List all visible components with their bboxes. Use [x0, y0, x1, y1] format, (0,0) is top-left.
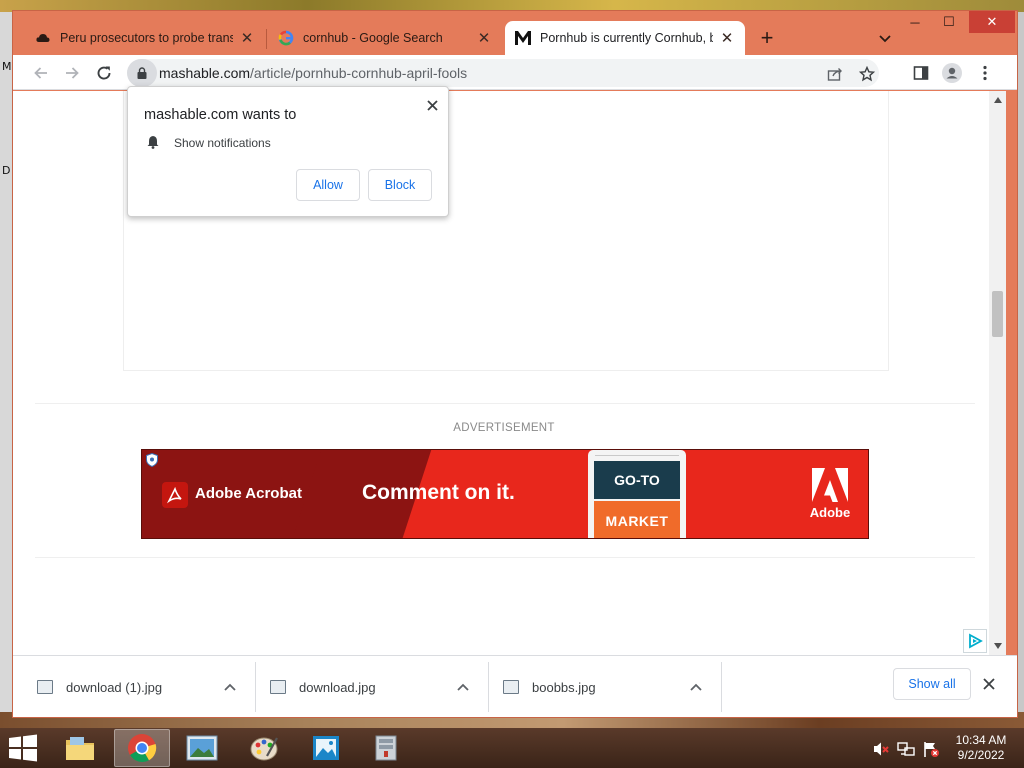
block-button[interactable]: Block [368, 169, 432, 201]
tab-mashable-active[interactable]: Pornhub is currently Cornhub, bri ✕ [505, 21, 745, 55]
scroll-down-icon[interactable] [989, 639, 1006, 653]
action-center-flag-icon[interactable] [922, 740, 940, 758]
adobe-logo-icon [812, 468, 848, 502]
avatar-icon [942, 63, 962, 83]
back-arrow-icon [34, 67, 47, 79]
adobe-acrobat-banner-ad[interactable]: Adobe Acrobat Comment on it. GO-TO MARKE… [141, 449, 869, 539]
bell-icon [147, 136, 159, 149]
scroll-up-icon[interactable] [989, 93, 1006, 107]
close-tab-icon[interactable]: ✕ [719, 30, 735, 47]
ad-phone-bottom-text: MARKET [594, 501, 680, 538]
vertical-scrollbar[interactable] [989, 91, 1006, 655]
download-filename: download (1).jpg [66, 680, 163, 695]
bookmark-star-icon[interactable] [856, 63, 878, 85]
url-domain: mashable.com [159, 65, 251, 81]
download-filename: download.jpg [299, 680, 376, 695]
close-tab-icon[interactable]: ✕ [476, 30, 492, 47]
clock-date: 9/2/2022 [957, 748, 1005, 762]
share-icon[interactable] [824, 63, 846, 85]
menu-button[interactable] [973, 61, 997, 85]
chevron-up-icon[interactable] [687, 678, 705, 696]
network-icon[interactable] [897, 740, 915, 758]
minimize-button[interactable]: ─ [901, 11, 929, 33]
profile-button[interactable] [940, 61, 964, 85]
chrome-window: Peru prosecutors to probe transg ✕ cornh… [12, 10, 1018, 718]
permission-text: Show notifications [174, 136, 271, 150]
acrobat-logo-icon [162, 482, 188, 508]
address-bar[interactable]: mashable.com/article/pornhub-cornhub-apr… [127, 59, 879, 87]
volume-muted-icon[interactable] [872, 740, 890, 758]
ad-brand-name: Adobe Acrobat [195, 485, 302, 502]
tab-strip: Peru prosecutors to probe transg ✕ cornh… [13, 11, 1017, 55]
url-path: /article/pornhub-cornhub-april-fools [250, 65, 468, 81]
divider [35, 557, 975, 558]
maximize-button[interactable]: ☐ [935, 11, 963, 33]
windows-taskbar: 10:34 AM 9/2/2022 [0, 728, 1024, 768]
adchoices-icon[interactable] [963, 629, 987, 653]
forward-button[interactable] [60, 61, 84, 85]
reload-icon [97, 66, 111, 80]
paint-icon[interactable] [236, 729, 292, 767]
download-item[interactable]: download.jpg [256, 662, 488, 712]
ad-phone-top-text: GO-TO [594, 461, 680, 499]
tab-title: Pornhub is currently Cornhub, bri [540, 31, 713, 45]
archive-icon[interactable] [358, 729, 414, 767]
download-item[interactable]: boobbs.jpg [489, 662, 721, 712]
tab-divider [266, 29, 267, 49]
ad-headline: Comment on it. [362, 481, 515, 504]
mashable-icon [515, 30, 531, 46]
tab-google-search[interactable]: cornhub - Google Search ✕ [268, 21, 502, 55]
system-clock[interactable]: 10:34 AM 9/2/2022 [946, 733, 1016, 763]
image-file-icon [503, 680, 519, 694]
google-icon [278, 30, 294, 46]
divider [35, 403, 975, 404]
file-explorer-icon[interactable] [52, 729, 108, 767]
download-item[interactable]: download (1).jpg [23, 662, 255, 712]
close-prompt-icon[interactable] [422, 95, 442, 115]
reload-button[interactable] [92, 61, 116, 85]
ad-logo-word: Adobe [809, 505, 851, 520]
tab-title: cornhub - Google Search [303, 31, 443, 45]
close-shelf-icon[interactable] [979, 674, 999, 694]
advertisement-label: ADVERTISEMENT [453, 422, 555, 434]
prompt-title: mashable.com wants to [144, 107, 297, 123]
scrollbar-thumb[interactable] [992, 291, 1003, 337]
phone-status-bar [595, 455, 679, 460]
chrome-icon[interactable] [114, 729, 170, 767]
tab-search-icon[interactable] [875, 28, 895, 48]
ad-shield-icon[interactable] [146, 453, 158, 467]
clock-time: 10:34 AM [955, 733, 1007, 747]
url-text: mashable.com/article/pornhub-cornhub-apr… [159, 65, 467, 81]
allow-button[interactable]: Allow [296, 169, 360, 201]
back-button[interactable] [29, 61, 53, 85]
notification-permission-prompt: mashable.com wants to Show notifications… [127, 86, 449, 217]
ad-phone-graphic: GO-TO MARKET [588, 450, 686, 538]
new-tab-button[interactable]: + [755, 27, 779, 51]
close-tab-icon[interactable]: ✕ [239, 30, 255, 47]
side-panel-icon [913, 66, 929, 80]
side-panel-button[interactable] [909, 61, 933, 85]
cloud-icon [35, 30, 51, 46]
lock-icon[interactable] [127, 59, 157, 87]
download-filename: boobbs.jpg [532, 680, 596, 695]
browser-toolbar: mashable.com/article/pornhub-cornhub-apr… [13, 55, 1017, 90]
forward-arrow-icon [66, 67, 79, 79]
photo-viewer-icon[interactable] [174, 729, 230, 767]
image-file-icon [270, 680, 286, 694]
desktop-left-edge: M D [0, 12, 12, 718]
chevron-up-icon[interactable] [221, 678, 239, 696]
desktop-label: M [2, 60, 12, 73]
kebab-menu-icon [983, 65, 987, 81]
windows-start-icon[interactable] [8, 734, 38, 762]
tab-peru-prosecutors[interactable]: Peru prosecutors to probe transg ✕ [25, 21, 265, 55]
image-file-icon [37, 680, 53, 694]
desktop-label: D [2, 164, 11, 177]
close-window-button[interactable]: ✕ [969, 11, 1015, 33]
tab-title: Peru prosecutors to probe transg [60, 31, 233, 45]
show-all-downloads-button[interactable]: Show all [893, 668, 971, 700]
download-shelf: download (1).jpg download.jpg boobbs.jpg… [13, 655, 1017, 717]
download-divider [721, 662, 722, 712]
chevron-up-icon[interactable] [454, 678, 472, 696]
photos-icon[interactable] [298, 729, 354, 767]
